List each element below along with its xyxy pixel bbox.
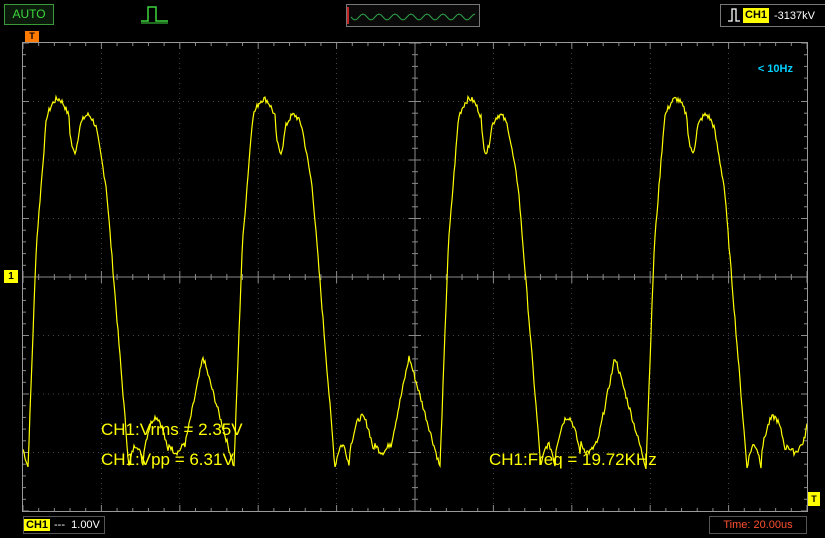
trigger-level-marker[interactable]: T	[808, 492, 820, 506]
trigger-channel-badge: CH1	[743, 8, 770, 23]
coupling-indicator: ---	[54, 519, 66, 531]
vrms-measurement: CH1:Vrms = 2.35V	[101, 420, 243, 439]
waveform-overview[interactable]	[346, 4, 480, 27]
oscilloscope-screen[interactable]: < 10Hz CH1:Vrms = 2.35V CH1:Vpp = 6.31V …	[22, 42, 808, 512]
channel1-badge: CH1	[24, 519, 51, 531]
trigger-level-value: -3137kV	[774, 10, 815, 22]
graticule-grid	[22, 42, 808, 512]
timebase-panel[interactable]: Time: 20.00us	[709, 516, 807, 534]
bottom-status-bar: CH1 --- 1.00V Time: 20.00us	[0, 512, 825, 538]
rising-edge-icon	[728, 8, 740, 22]
trigger-source-panel[interactable]: CH1 -3137kV	[720, 4, 825, 27]
volts-per-div: 1.00V	[71, 519, 100, 531]
channel1-scale-panel[interactable]: CH1 --- 1.00V	[23, 516, 105, 534]
freq-measurement: CH1:Freq = 19.72KHz	[489, 450, 657, 469]
top-toolbar: AUTO CH1 -3137kV	[0, 0, 825, 30]
overview-wave-icon	[347, 7, 476, 24]
trigger-mode-button[interactable]: AUTO	[4, 4, 54, 25]
time-ruler	[22, 31, 806, 41]
trigger-position-marker[interactable]: T	[25, 31, 39, 42]
pulse-trigger-icon[interactable]	[140, 4, 170, 24]
waveform-display	[22, 42, 808, 512]
channel1-offset-marker[interactable]: 1	[4, 270, 18, 283]
vpp-measurement: CH1:Vpp = 6.31V	[101, 450, 234, 469]
frequency-cap-label: < 10Hz	[757, 63, 793, 75]
